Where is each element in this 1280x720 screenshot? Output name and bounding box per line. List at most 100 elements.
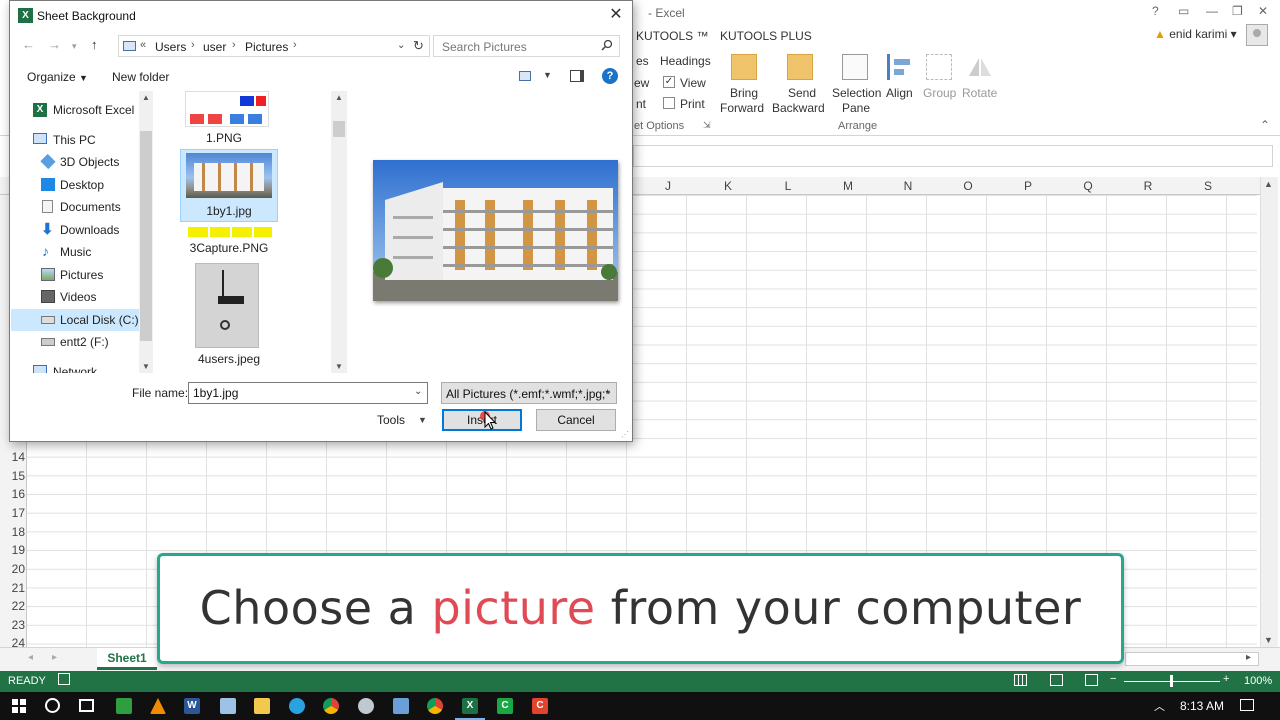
row-header[interactable]: 16 — [0, 487, 25, 501]
dialog-launcher-icon[interactable]: ⇲ — [703, 120, 711, 131]
chevron-right-icon[interactable]: › — [191, 39, 195, 51]
view-options-chevron-icon[interactable]: ▼ — [543, 70, 552, 80]
macro-record-icon[interactable] — [58, 673, 70, 685]
paint-icon[interactable] — [358, 698, 374, 714]
tab-kutools-plus[interactable]: KUTOOLS PLUS — [720, 29, 812, 43]
search-input[interactable]: Search Pictures — [433, 35, 620, 57]
breadcrumb-pictures[interactable]: Pictures — [245, 40, 288, 54]
breadcrumb-user[interactable]: user — [203, 40, 226, 54]
avatar[interactable] — [1246, 24, 1268, 46]
up-arrow-icon[interactable]: ↑ — [91, 37, 98, 52]
app-c-red-icon[interactable]: C — [532, 698, 548, 714]
app-green-icon[interactable] — [116, 698, 132, 714]
windows-start-icon[interactable] — [12, 699, 26, 713]
file-name-input[interactable] — [188, 382, 428, 404]
restore-icon[interactable]: ❐ — [1232, 4, 1243, 18]
nav-item-videos[interactable]: Videos — [11, 286, 153, 308]
row-header[interactable]: 22 — [0, 599, 25, 613]
nav-item-network[interactable]: Network — [11, 361, 153, 373]
file-item[interactable]: 3Capture.PNG — [180, 227, 278, 257]
row-header[interactable]: 17 — [0, 506, 25, 520]
close-icon[interactable]: ✕ — [1258, 4, 1268, 18]
column-header[interactable]: Q — [1058, 179, 1118, 193]
search-icon[interactable] — [45, 698, 60, 713]
chevron-right-icon[interactable]: › — [293, 39, 297, 51]
nav-item-documents[interactable]: Documents — [11, 196, 153, 218]
column-header[interactable]: O — [938, 179, 998, 193]
vlc-icon[interactable] — [150, 698, 166, 714]
file-list-scrollbar[interactable]: ▲ ▼ — [331, 91, 347, 373]
help-icon[interactable]: ? — [1152, 4, 1159, 18]
file-item-selected[interactable]: 1by1.jpg — [180, 149, 278, 222]
chevron-right-icon[interactable]: › — [232, 39, 236, 51]
page-layout-icon[interactable] — [1050, 674, 1063, 686]
nav-item-3d-objects[interactable]: 3D Objects — [11, 151, 153, 173]
task-view-icon[interactable] — [79, 699, 94, 712]
scroll-up-icon[interactable]: ▲ — [142, 93, 150, 102]
scroll-up-icon[interactable]: ▲ — [1264, 179, 1273, 189]
tools-button[interactable]: Tools — [377, 413, 405, 427]
breadcrumb-overflow[interactable]: « — [140, 39, 146, 51]
normal-view-icon[interactable] — [1014, 674, 1027, 686]
nav-item-downloads[interactable]: ⬇ Downloads — [11, 219, 153, 241]
organize-button[interactable]: Organize ▼ — [27, 70, 88, 84]
preview-pane-icon[interactable] — [570, 70, 584, 82]
word-icon[interactable]: W — [184, 698, 200, 714]
zoom-out-icon[interactable]: − — [1110, 673, 1116, 685]
scroll-right-icon[interactable]: ▸ — [1246, 652, 1251, 663]
horizontal-scrollbar[interactable] — [1125, 652, 1259, 666]
file-type-select[interactable]: All Pictures (*.emf;*.wmf;*.jpg;* — [441, 382, 617, 404]
row-header[interactable]: 21 — [0, 581, 25, 595]
ribbon-display-icon[interactable]: ▭ — [1178, 4, 1189, 18]
new-folder-button[interactable]: New folder — [112, 70, 169, 84]
tab-kutools[interactable]: KUTOOLS ™ — [636, 29, 708, 43]
column-header[interactable]: R — [1118, 179, 1178, 193]
file-item[interactable]: 4users.jpeg — [180, 263, 278, 366]
sheet-next-icon[interactable]: ▸ — [52, 652, 57, 663]
zoom-level[interactable]: 100% — [1244, 675, 1272, 687]
row-header[interactable]: 18 — [0, 525, 25, 539]
scroll-down-icon[interactable]: ▼ — [142, 362, 150, 371]
row-header[interactable]: 20 — [0, 562, 25, 576]
resize-grip-icon[interactable]: ⋰ — [621, 430, 629, 439]
back-arrow-icon[interactable]: ← — [22, 37, 35, 52]
column-header[interactable]: P — [998, 179, 1058, 193]
notepad-icon[interactable] — [220, 698, 236, 714]
chevron-down-icon[interactable]: ⌄ — [604, 386, 612, 397]
scroll-thumb[interactable] — [333, 121, 345, 137]
notification-icon[interactable] — [1240, 699, 1254, 711]
file-explorer-icon[interactable] — [254, 698, 270, 714]
zoom-in-icon[interactable]: + — [1223, 673, 1229, 685]
formula-bar[interactable] — [633, 145, 1273, 167]
column-header[interactable]: N — [878, 179, 938, 193]
sheet-tab[interactable]: Sheet1 — [97, 648, 157, 670]
scroll-thumb[interactable] — [140, 131, 152, 341]
row-header[interactable]: 23 — [0, 618, 25, 632]
nav-item-this-pc[interactable]: This PC — [11, 129, 153, 151]
chrome-icon[interactable] — [427, 698, 443, 714]
app-c-green-icon[interactable]: C — [497, 698, 513, 714]
chevron-down-icon[interactable]: ⌄ — [414, 386, 422, 397]
column-header[interactable]: S — [1178, 179, 1238, 193]
change-view-icon[interactable] — [519, 71, 531, 81]
zoom-slider-handle[interactable] — [1170, 675, 1173, 687]
vertical-scrollbar[interactable]: ▲ ▼ — [1260, 177, 1278, 647]
nav-item-desktop[interactable]: Desktop — [11, 174, 153, 196]
column-header[interactable]: M — [818, 179, 878, 193]
column-header[interactable]: K — [698, 179, 758, 193]
row-header[interactable]: 14 — [0, 450, 25, 464]
keyboard-icon[interactable] — [393, 698, 409, 714]
taskbar-clock[interactable]: 8:13 AM — [1180, 699, 1224, 713]
row-header[interactable]: 15 — [0, 469, 25, 483]
collapse-ribbon-icon[interactable]: ⌃ — [1260, 118, 1270, 132]
chevron-down-icon[interactable]: ▼ — [418, 415, 427, 425]
user-name[interactable]: ▲ enid karimi ▾ — [1154, 27, 1237, 41]
breadcrumb-users[interactable]: Users — [155, 40, 186, 54]
row-header[interactable]: 19 — [0, 543, 25, 557]
scroll-down-icon[interactable]: ▼ — [335, 362, 343, 371]
file-item[interactable]: 1.PNG — [175, 91, 273, 147]
navigation-pane-scrollbar[interactable]: ▲ ▼ — [139, 91, 153, 373]
chevron-up-icon[interactable]: ︿ — [1154, 698, 1165, 714]
nav-item-pictures[interactable]: Pictures — [11, 264, 153, 286]
refresh-icon[interactable]: ↻ — [413, 38, 424, 54]
